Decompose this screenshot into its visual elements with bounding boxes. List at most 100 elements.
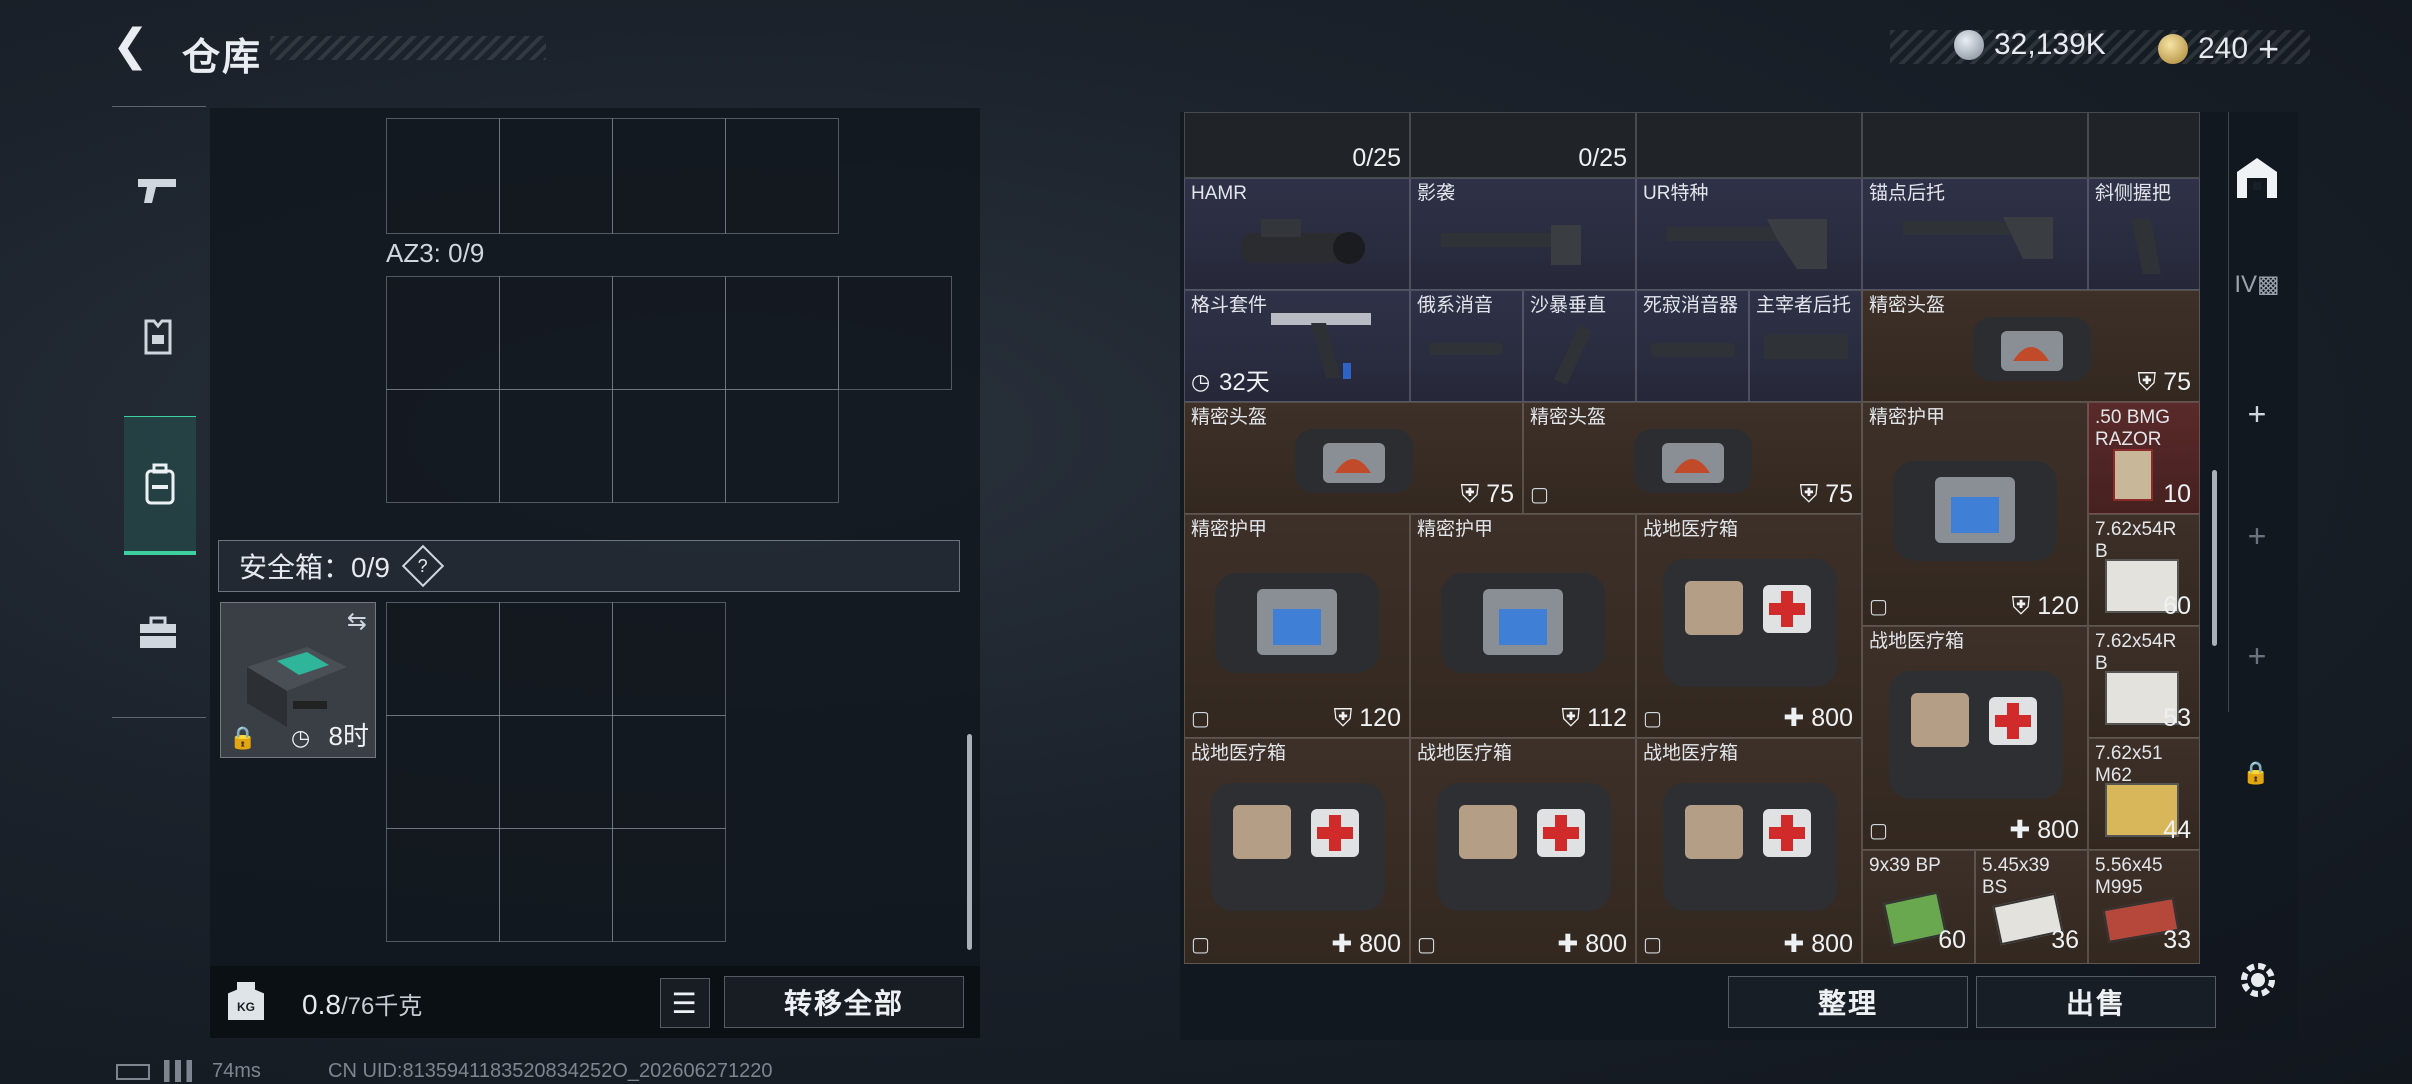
item-field-medkit[interactable]: 战地医疗箱 ▢ ✚ 800	[1862, 626, 2088, 850]
heal-value: ✚ 800	[1557, 930, 1627, 958]
storage-iv-icon[interactable]: IV▩	[2229, 270, 2285, 299]
uid-readout: CN UID:8135941183520834252O_202606271220	[328, 1060, 773, 1082]
gold-amount: 240	[2198, 32, 2249, 65]
add-storage-button[interactable]: +	[2229, 638, 2285, 675]
help-icon[interactable]: ?	[401, 544, 445, 588]
warehouse-scrollbar[interactable]	[2212, 470, 2217, 646]
heal-value: ✚ 800	[1783, 930, 1853, 958]
swap-icon[interactable]: ⇆	[347, 607, 367, 636]
item-50bmg-ammo[interactable]: .50 BMG RAZOR 10	[2088, 402, 2200, 514]
tab-toolbox[interactable]	[122, 578, 194, 688]
item-7-62x54r-ammo[interactable]: 7.62x54R B 60	[2088, 514, 2200, 626]
grip-image	[1553, 324, 1593, 386]
grip-image	[2131, 219, 2161, 274]
armor-image	[1893, 461, 2057, 561]
list-icon: ☰	[671, 987, 699, 1019]
suppressor-image	[1429, 343, 1503, 355]
grid-item[interactable]: 0/25	[1184, 112, 1410, 178]
no-insure-icon: ▢	[1417, 934, 1436, 956]
scope-image	[1241, 219, 1365, 264]
item-hamr-scope[interactable]: HAMR	[1184, 178, 1410, 290]
item-russian-suppressor[interactable]: 俄系消音	[1410, 290, 1523, 402]
storage-nav: IV▩ + + +	[2228, 112, 2285, 712]
safe-box-timer: 8时	[328, 721, 369, 751]
stock-image	[1903, 217, 2053, 259]
item-ur-stock[interactable]: UR特种	[1636, 178, 1862, 290]
item-silence-suppressor[interactable]: 死寂消音器	[1636, 290, 1749, 402]
tab-armor[interactable]	[122, 282, 194, 392]
grid-item[interactable]: 0/25	[1410, 112, 1636, 178]
back-button[interactable]: ❮	[112, 20, 149, 71]
add-storage-button[interactable]: +	[2229, 518, 2285, 555]
item-7-62x54r-ammo[interactable]: 7.62x54R B 53	[2088, 626, 2200, 738]
stock-image	[1441, 225, 1581, 265]
left-scrollbar[interactable]	[967, 734, 972, 950]
armor-image	[1215, 573, 1379, 673]
list-view-button[interactable]: ☰	[660, 978, 710, 1028]
medkit-image	[1211, 783, 1385, 911]
item-field-medkit[interactable]: 战地医疗箱 ▢ ✚ 800	[1636, 514, 1862, 738]
currency-gold[interactable]: 240 +	[2158, 28, 2279, 70]
az3-grid[interactable]	[386, 276, 954, 504]
medkit-image	[1663, 783, 1837, 911]
tab-weapons[interactable]	[122, 136, 194, 246]
item-precision-helmet[interactable]: 精密头盔 ▢ ⛨ 75	[1523, 402, 1862, 514]
item-combat-kit[interactable]: 格斗套件 ◷ 32天	[1184, 290, 1410, 402]
gold-coin-icon	[2158, 34, 2188, 64]
safe-box-grid[interactable]	[386, 602, 726, 942]
helmet-image	[1634, 429, 1752, 493]
safe-box-label: 安全箱：0/9	[239, 552, 390, 583]
transfer-all-button[interactable]: 转移全部	[724, 976, 964, 1028]
weight-readout: 0.8/76千克	[302, 986, 422, 1021]
warehouse-icon[interactable]	[2229, 152, 2285, 212]
sell-button[interactable]: 出售	[1976, 976, 2216, 1028]
settings-button[interactable]	[2234, 956, 2282, 1004]
item-precision-armor[interactable]: 精密护甲 ⛨ 112	[1410, 514, 1636, 738]
item-precision-armor[interactable]: 精密护甲 ▢ ⛨ 120	[1184, 514, 1410, 738]
durability-value: ⛨ 75	[1799, 480, 1853, 508]
item-9x39-ammo[interactable]: 9x39 BP 60	[1862, 850, 1975, 964]
item-5-56x45-ammo[interactable]: 5.56x45 M995 33	[2088, 850, 2200, 964]
item-precision-armor[interactable]: 精密护甲 ▢ ⛨ 120	[1862, 402, 2088, 626]
add-storage-button[interactable]: +	[2229, 396, 2285, 433]
no-insure-icon: ▢	[1643, 934, 1662, 956]
no-insure-icon: ▢	[1191, 934, 1210, 956]
grid-item[interactable]	[1862, 112, 2088, 178]
armor-vest-icon	[144, 319, 172, 355]
no-insure-icon: ▢	[1869, 596, 1888, 618]
lock-icon: 🔒	[2242, 760, 2270, 785]
item-field-medkit[interactable]: 战地医疗箱 ▢ ✚ 800	[1184, 738, 1410, 964]
safe-box-header: 安全箱：0/9 ?	[218, 540, 960, 592]
durability-value: ⛨ 75	[2137, 368, 2191, 396]
safe-box-item[interactable]: ⇆ 🔒 ◷ 8时	[220, 602, 376, 758]
tab-backpack[interactable]	[124, 416, 196, 555]
weight-value: 0.8	[302, 989, 341, 1020]
stock-image	[1764, 335, 1848, 359]
item-sandstorm-vertical[interactable]: 沙暴垂直	[1523, 290, 1636, 402]
item-field-medkit[interactable]: 战地医疗箱 ▢ ✚ 800	[1636, 738, 1862, 964]
item-precision-helmet[interactable]: 精密头盔 ⛨ 75	[1184, 402, 1523, 514]
clock-icon: ◷	[1191, 369, 1211, 394]
item-dominator-stock[interactable]: 主宰者后托	[1749, 290, 1862, 402]
no-insure-icon: ▢	[1530, 484, 1549, 506]
no-insure-icon: ▢	[1191, 708, 1210, 730]
grid-item[interactable]	[1636, 112, 1862, 178]
item-anchor-stock[interactable]: 锚点后托	[1862, 178, 2088, 290]
sort-button[interactable]: 整理	[1728, 976, 1968, 1028]
grid-item[interactable]	[2088, 112, 2200, 178]
add-gold-button[interactable]: +	[2258, 28, 2279, 70]
ammo-box-image	[2113, 449, 2153, 501]
silver-amount: 32,139K	[1994, 28, 2106, 61]
warehouse-grid: 0/25 0/25 HAMR 影袭 UR特种 锚点后托 斜侧握把 格斗套件 ◷ …	[1184, 112, 2200, 964]
item-7-62x51-ammo[interactable]: 7.62x51 M62 44	[2088, 738, 2200, 850]
item-angled-grip[interactable]: 斜侧握把	[2088, 178, 2200, 290]
page-title: 仓库	[182, 37, 263, 79]
item-yingxi-stock[interactable]: 影袭	[1410, 178, 1636, 290]
kit-image	[1271, 313, 1371, 379]
backpack-icon	[145, 463, 175, 505]
item-field-medkit[interactable]: 战地医疗箱 ▢ ✚ 800	[1410, 738, 1636, 964]
item-precision-helmet[interactable]: 精密头盔 ⛨ 75	[1862, 290, 2200, 402]
medkit-image	[1889, 671, 2063, 799]
weight-max: /76千克	[340, 993, 423, 1020]
item-5-45x39-ammo[interactable]: 5.45x39 BS 36	[1975, 850, 2088, 964]
